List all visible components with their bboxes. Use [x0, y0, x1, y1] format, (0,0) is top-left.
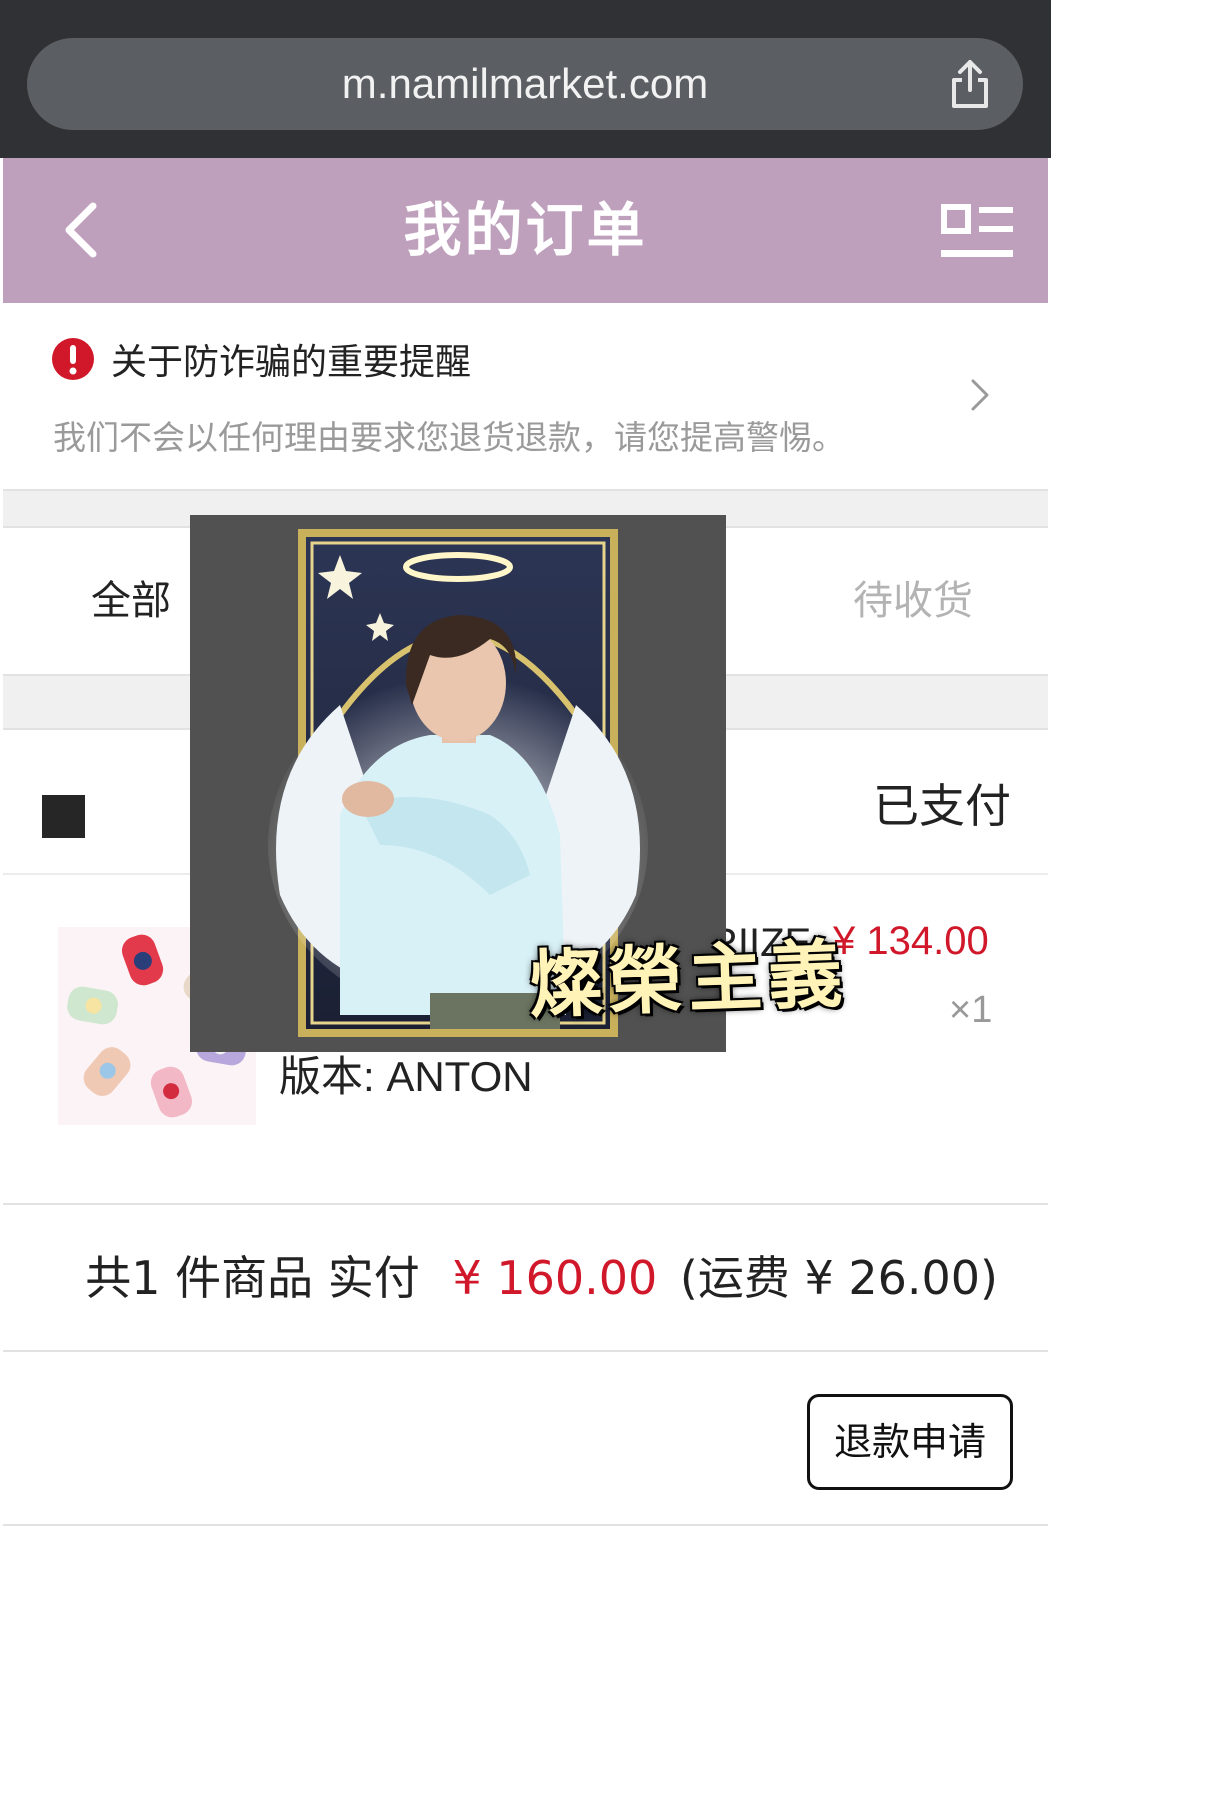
item-variant: 版本: ANTON [279, 1053, 533, 1100]
url-text[interactable]: m.namilmarket.com [27, 38, 1023, 130]
notice-title: 关于防诈骗的重要提醒 [111, 342, 472, 383]
page-title: 我的订单 [403, 196, 648, 264]
shop-icon [42, 795, 85, 838]
divider [3, 1524, 1048, 1526]
fraud-notice[interactable]: 关于防诈骗的重要提醒 我们不会以任何理由要求您退货退款，请您提高警惕。 [3, 303, 1048, 491]
share-icon[interactable] [942, 56, 998, 112]
item-price: ¥ 134.00 [833, 919, 989, 963]
overlay-caption: 燦榮主義 [526, 931, 850, 1029]
chevron-right-icon[interactable] [965, 375, 995, 415]
refund-request-button[interactable]: 退款申请 [807, 1394, 1013, 1490]
address-bar[interactable]: m.namilmarket.com [27, 38, 1023, 130]
item-count-label: 共1 件商品 实付 [85, 1251, 420, 1305]
browser-toolbar: m.namilmarket.com [0, 0, 1051, 158]
tab-pending-receipt[interactable]: 待收货 [853, 528, 973, 674]
alert-icon [52, 338, 94, 380]
list-menu-icon[interactable] [941, 204, 1013, 260]
item-quantity: ×1 [949, 989, 993, 1031]
app-header: 我的订单 [3, 158, 1048, 303]
total-amount: ¥ 160.00 [452, 1251, 658, 1305]
shipping-fee: (运费 ¥ 26.00) [679, 1251, 998, 1305]
order-summary: 共1 件商品 实付 ¥ 160.00 (运费 ¥ 26.00) [3, 1205, 1048, 1351]
order-status: 已支付 [873, 779, 1011, 833]
notice-subtitle: 我们不会以任何理由要求您退货退款，请您提高警惕。 [53, 418, 845, 457]
order-actions: 退款申请 [3, 1352, 1048, 1524]
summary-line: 共1 件商品 实付 ¥ 160.00 (运费 ¥ 26.00) [85, 1205, 998, 1351]
tab-all[interactable]: 全部 [91, 528, 171, 674]
